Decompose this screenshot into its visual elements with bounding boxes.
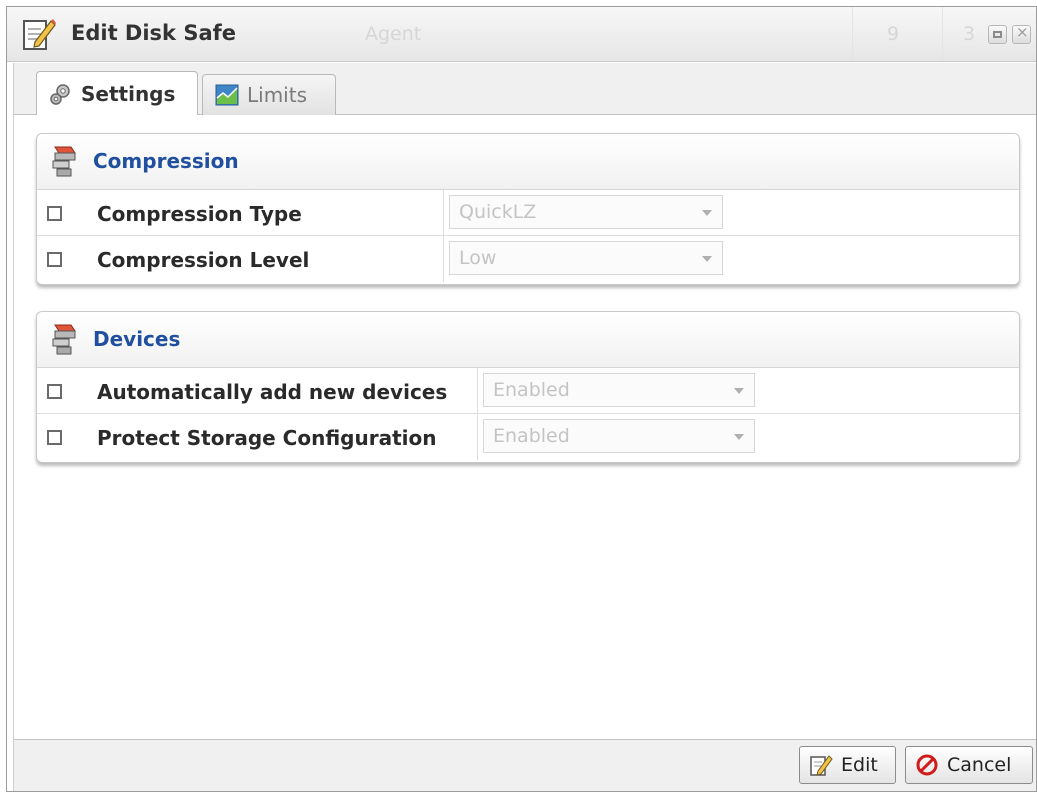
cancel-button[interactable]: Cancel [905,746,1033,784]
compression-level-checkbox[interactable] [47,252,62,267]
restore-button[interactable] [988,25,1007,44]
chart-icon [215,83,239,107]
gears-icon [49,82,73,106]
compression-level-value: Low [459,247,497,269]
tab-limits[interactable]: Limits [202,74,336,115]
devices-header: Devices [37,312,1019,368]
protect-storage-row: Protect Storage Configuration Enabled [37,414,1019,460]
background-divider [852,7,853,61]
edit-notepad-icon [21,15,57,53]
tab-settings[interactable]: Settings [36,71,198,116]
edit-disk-safe-dialog: Edit Disk Safe Agent 9 3 Settings [6,6,1037,792]
background-column-agent: Agent [365,23,422,45]
auto-add-devices-row: Automatically add new devices Enabled [37,368,1019,414]
background-column-3: 3 [963,23,976,45]
dialog-title: Edit Disk Safe [71,21,237,45]
edit-button[interactable]: Edit [799,746,896,784]
protect-storage-select[interactable]: Enabled [483,419,755,453]
compression-panel: Compression Compression Type QuickLZ Com… [36,133,1020,285]
compression-level-label: Compression Level [97,248,310,272]
dropdown-arrow-icon [734,388,744,394]
dropdown-arrow-icon [702,256,712,262]
protect-storage-checkbox[interactable] [47,430,62,445]
dropdown-arrow-icon [702,210,712,216]
cancel-icon [915,753,939,777]
compression-type-select[interactable]: QuickLZ [449,195,723,229]
settings-content: Compression Compression Type QuickLZ Com… [13,115,1036,739]
tab-limits-label: Limits [247,83,307,107]
dropdown-arrow-icon [734,434,744,440]
close-button[interactable] [1012,23,1031,44]
column-divider [443,190,444,236]
cancel-button-label: Cancel [947,754,1012,776]
disk-safe-icon [49,143,81,179]
protect-storage-value: Enabled [493,425,570,447]
background-divider [942,7,943,61]
compression-type-row: Compression Type QuickLZ [37,190,1019,236]
devices-panel: Devices Automatically add new devices En… [36,311,1020,463]
auto-add-devices-label: Automatically add new devices [97,380,448,404]
disk-safe-icon [49,321,81,357]
tab-strip: Settings Limits [13,63,1036,116]
devices-title: Devices [93,327,181,351]
compression-level-row: Compression Level Low [37,236,1019,282]
compression-title: Compression [93,149,239,173]
compression-type-checkbox[interactable] [47,206,62,221]
dialog-footer: Edit Cancel [13,739,1036,791]
compression-type-label: Compression Type [97,202,302,226]
dialog-title-bar[interactable]: Edit Disk Safe Agent 9 3 [7,7,1036,62]
tab-settings-label: Settings [81,82,176,106]
column-divider [477,368,478,414]
auto-add-devices-checkbox[interactable] [47,384,62,399]
compression-type-value: QuickLZ [459,201,537,223]
background-column-9: 9 [887,23,900,45]
auto-add-devices-value: Enabled [493,379,570,401]
column-divider [477,414,478,460]
compression-level-select[interactable]: Low [449,241,723,275]
protect-storage-label: Protect Storage Configuration [97,426,437,450]
edit-button-label: Edit [841,754,878,776]
edit-notepad-icon [809,753,833,777]
column-divider [443,236,444,282]
auto-add-devices-select[interactable]: Enabled [483,373,755,407]
compression-header: Compression [37,134,1019,190]
